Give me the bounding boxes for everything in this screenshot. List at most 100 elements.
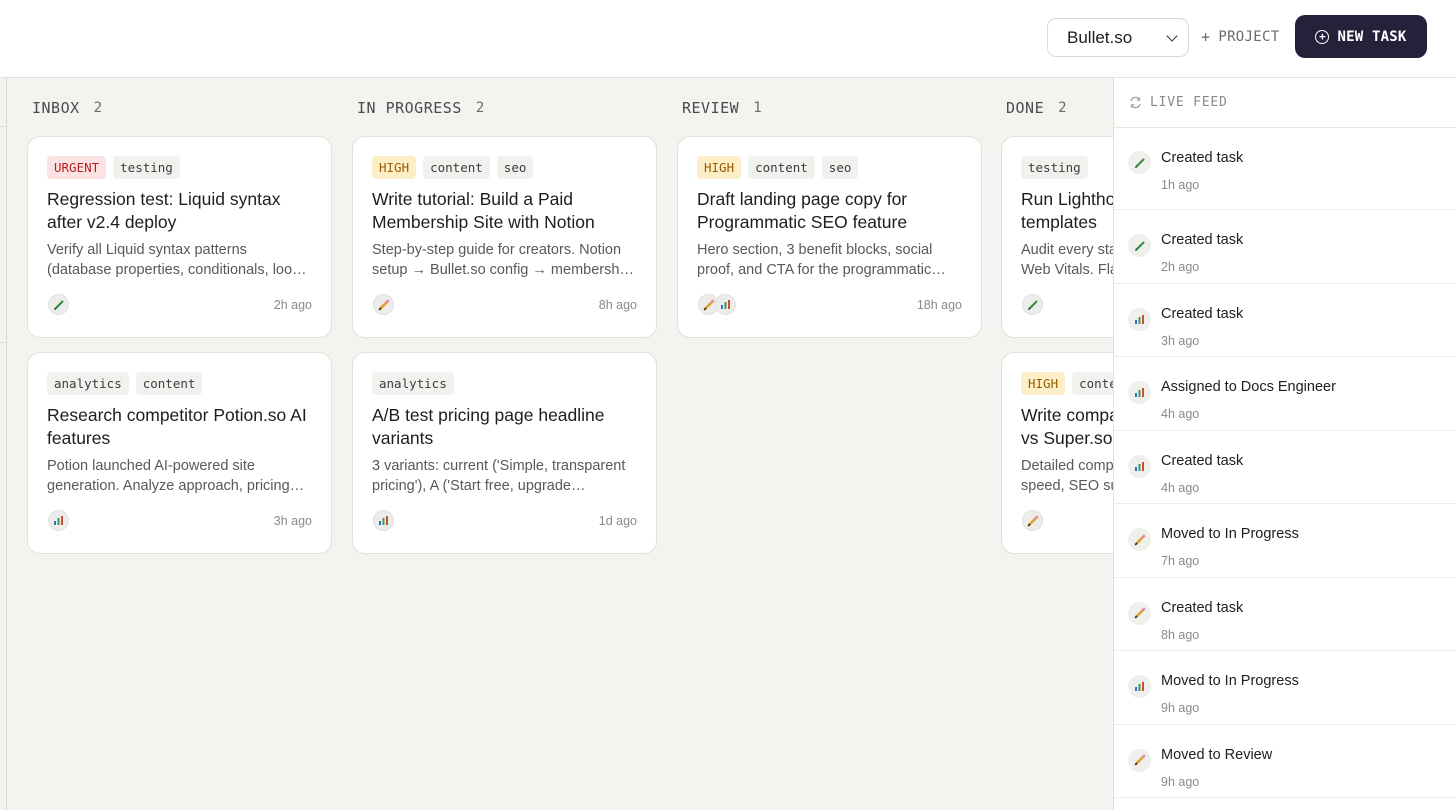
chart-icon bbox=[1128, 454, 1151, 478]
board-edge-tick bbox=[0, 342, 6, 343]
feed-item-text: Moved to In Progress bbox=[1161, 673, 1299, 689]
column-count: 1 bbox=[753, 100, 763, 116]
feed-item-time: 4h ago bbox=[1161, 480, 1200, 495]
feed-item-text: Created task bbox=[1161, 599, 1244, 616]
chart-icon bbox=[1128, 381, 1151, 404]
feed-item: Moved to In Progress 7h ago bbox=[1114, 504, 1456, 578]
assignee-avatars bbox=[1022, 510, 1043, 531]
feed-item-time: 1h ago bbox=[1161, 178, 1200, 192]
pen-icon bbox=[48, 294, 69, 315]
feed-item-text: Created task bbox=[1161, 232, 1244, 248]
feed-item-text: Created task bbox=[1161, 150, 1244, 166]
pen-icon bbox=[1128, 234, 1151, 257]
chart-icon bbox=[1128, 675, 1151, 698]
feed-item-time: 2h ago bbox=[1161, 260, 1200, 274]
column-count: 2 bbox=[475, 100, 485, 116]
card-description: Potion launched AI-powered site generati… bbox=[47, 458, 290, 494]
tag-plain: content bbox=[748, 156, 815, 179]
card-timestamp: 3h ago bbox=[273, 514, 312, 528]
card-title: Regression test: Liquid syntax after v2.… bbox=[47, 189, 281, 232]
card-timestamp: 18h ago bbox=[916, 298, 962, 312]
column-title: IN PROGRESS bbox=[357, 99, 462, 117]
tag-plain: content bbox=[135, 372, 203, 395]
column-count: 2 bbox=[93, 100, 103, 116]
tag-high: HIGH bbox=[1021, 372, 1066, 395]
chart-icon bbox=[715, 294, 736, 315]
project-select[interactable]: Bullet.so bbox=[1047, 18, 1189, 57]
pencil-icon bbox=[1128, 748, 1151, 772]
tag-high: HIGH bbox=[697, 156, 742, 179]
assignee-avatars bbox=[48, 294, 69, 315]
plus-icon: + bbox=[1201, 28, 1211, 46]
card-tags: testing bbox=[1021, 156, 1088, 179]
card-tags: HIGH content seo bbox=[697, 156, 859, 179]
tag-plain: analytics bbox=[372, 372, 454, 395]
column-count: 2 bbox=[1058, 100, 1068, 116]
card-title: Write tutorial: Build a Paid Membership … bbox=[372, 189, 595, 232]
column-header: DONE 2 bbox=[1006, 99, 1067, 117]
card-tags: analytics bbox=[372, 372, 454, 395]
pencil-icon bbox=[1128, 601, 1151, 625]
column-title: DONE bbox=[1006, 99, 1045, 117]
board-edge-tick bbox=[0, 126, 6, 127]
feed-item-text: Moved to Review bbox=[1161, 746, 1273, 763]
column-title: INBOX bbox=[32, 99, 80, 117]
assignee-avatars bbox=[1022, 294, 1043, 315]
pencil-icon bbox=[373, 294, 394, 315]
feed-item-text: Assigned to Docs Engineer bbox=[1161, 379, 1336, 395]
feed-item-text: Created task bbox=[1161, 305, 1244, 322]
feed-item: Created task 8h ago bbox=[1114, 578, 1456, 651]
new-task-label: NEW TASK bbox=[1337, 28, 1407, 45]
column-header: REVIEW 1 bbox=[682, 99, 762, 117]
card-title: Research competitor Potion.so AI feature… bbox=[47, 405, 307, 448]
assignee-avatars bbox=[698, 294, 736, 315]
task-card[interactable]: HIGH content seo Write tutorial: Build a Pa… bbox=[352, 136, 657, 338]
card-tags: HIGH content seo bbox=[372, 156, 534, 179]
live-feed-header: LIVE FEED bbox=[1114, 78, 1456, 128]
pen-icon bbox=[1128, 151, 1151, 174]
live-feed-list: Created task 1h ago Created task 2h ago Crea… bbox=[1114, 128, 1456, 798]
card-tags: URGENT testing bbox=[47, 156, 180, 179]
feed-item: Created task 1h ago bbox=[1114, 128, 1456, 210]
card-tags: analytics content bbox=[47, 372, 203, 395]
tag-plain: testing bbox=[113, 156, 180, 179]
task-card[interactable]: URGENT testing Regression test: Liquid syn… bbox=[27, 136, 332, 338]
column-header: IN PROGRESS 2 bbox=[357, 99, 485, 117]
card-description: Hero section, 3 benefit blocks, social p… bbox=[697, 242, 933, 278]
feed-item: Assigned to Docs Engineer 4h ago bbox=[1114, 357, 1456, 431]
tag-plain: analytics bbox=[47, 372, 129, 395]
project-select-value: Bullet.so bbox=[1067, 27, 1133, 47]
feed-item: Created task 4h ago bbox=[1114, 431, 1456, 504]
assignee-avatars bbox=[373, 510, 394, 531]
chart-icon bbox=[373, 510, 394, 531]
card-title: Draft landing page copy for Programmatic… bbox=[697, 189, 908, 232]
card-description: Verify all Liquid syntax patterns (datab… bbox=[47, 242, 312, 278]
column-title: REVIEW bbox=[682, 99, 740, 117]
card-description: 3 variants: current ('Simple, transparen… bbox=[372, 458, 626, 494]
feed-item: Created task 2h ago bbox=[1114, 210, 1456, 284]
board-left-edge bbox=[6, 78, 7, 810]
feed-item-text: Moved to In Progress bbox=[1161, 526, 1299, 542]
feed-item-time: 3h ago bbox=[1161, 333, 1200, 348]
feed-item-text: Created task bbox=[1161, 452, 1244, 469]
feed-item: Moved to In Progress 9h ago bbox=[1114, 651, 1456, 725]
sync-icon bbox=[1129, 96, 1142, 109]
feed-item-time: 9h ago bbox=[1161, 774, 1200, 789]
feed-item: Moved to Review 9h ago bbox=[1114, 725, 1456, 798]
new-task-button[interactable]: + NEW TASK bbox=[1295, 15, 1427, 58]
tag-high: HIGH bbox=[372, 156, 417, 179]
add-project-button[interactable]: + PROJECT bbox=[1201, 27, 1279, 47]
card-timestamp: 2h ago bbox=[273, 298, 312, 312]
task-card[interactable]: HIGH content seo Draft landing page copy fo… bbox=[677, 136, 982, 338]
plus-circle-icon: + bbox=[1315, 29, 1330, 44]
feed-item-time: 9h ago bbox=[1161, 701, 1200, 715]
tag-urgent: URGENT bbox=[47, 156, 107, 179]
card-timestamp: 1d ago bbox=[598, 514, 637, 528]
task-card[interactable]: analytics A/B test pricing page headline … bbox=[352, 352, 657, 554]
chevron-down-icon bbox=[1166, 29, 1178, 42]
live-feed-title: LIVE FEED bbox=[1150, 95, 1228, 110]
top-bar: Bullet.so + PROJECT + NEW TASK bbox=[0, 0, 1456, 78]
task-card[interactable]: analytics content Research competitor Poti… bbox=[27, 352, 332, 554]
feed-item-time: 4h ago bbox=[1161, 407, 1200, 421]
tag-plain: seo bbox=[821, 156, 859, 179]
